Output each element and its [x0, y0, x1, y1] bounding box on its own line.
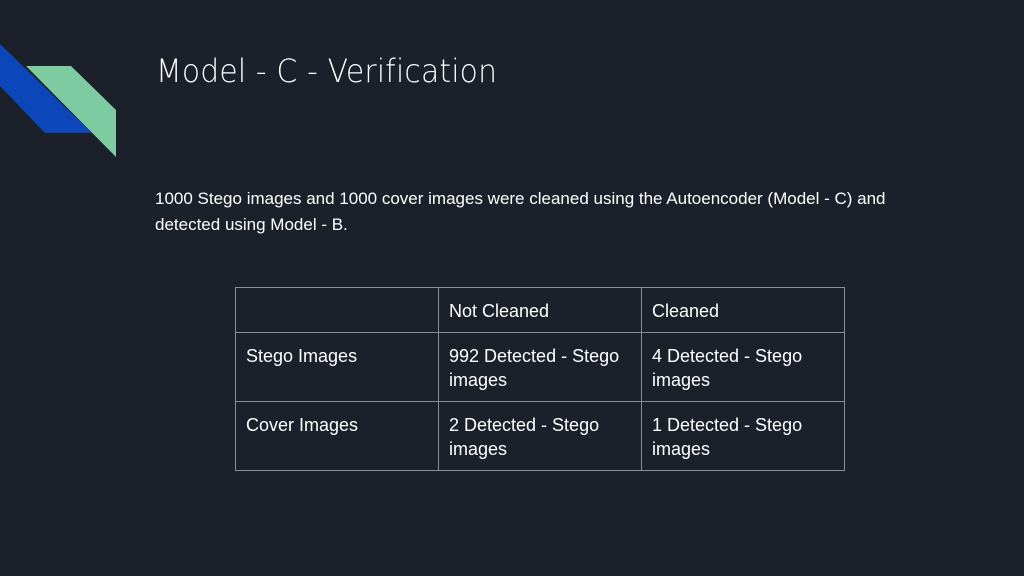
cell-cleaned: 1 Detected - Stego images	[641, 401, 845, 471]
diagonal-stripes-logo-icon	[0, 44, 116, 157]
slide-description: 1000 Stego images and 1000 cover images …	[155, 189, 886, 234]
header-cell-cleaned: Cleaned	[641, 287, 845, 333]
cell-cleaned: 4 Detected - Stego images	[641, 332, 845, 402]
table-row: Stego Images 992 Detected - Stego images…	[235, 332, 845, 402]
row-label: Cover Images	[235, 401, 439, 471]
cell-not-cleaned: 2 Detected - Stego images	[438, 401, 642, 471]
results-table: Not Cleaned Cleaned Stego Images 992 Det…	[235, 287, 845, 471]
cell-not-cleaned: 992 Detected - Stego images	[438, 332, 642, 402]
table-row: Cover Images 2 Detected - Stego images 1…	[235, 401, 845, 471]
slide-title: Model - C - Verification	[156, 52, 498, 90]
table-header-row: Not Cleaned Cleaned	[235, 287, 845, 333]
row-label: Stego Images	[235, 332, 439, 402]
header-cell-empty	[235, 287, 439, 333]
header-cell-not-cleaned: Not Cleaned	[438, 287, 642, 333]
